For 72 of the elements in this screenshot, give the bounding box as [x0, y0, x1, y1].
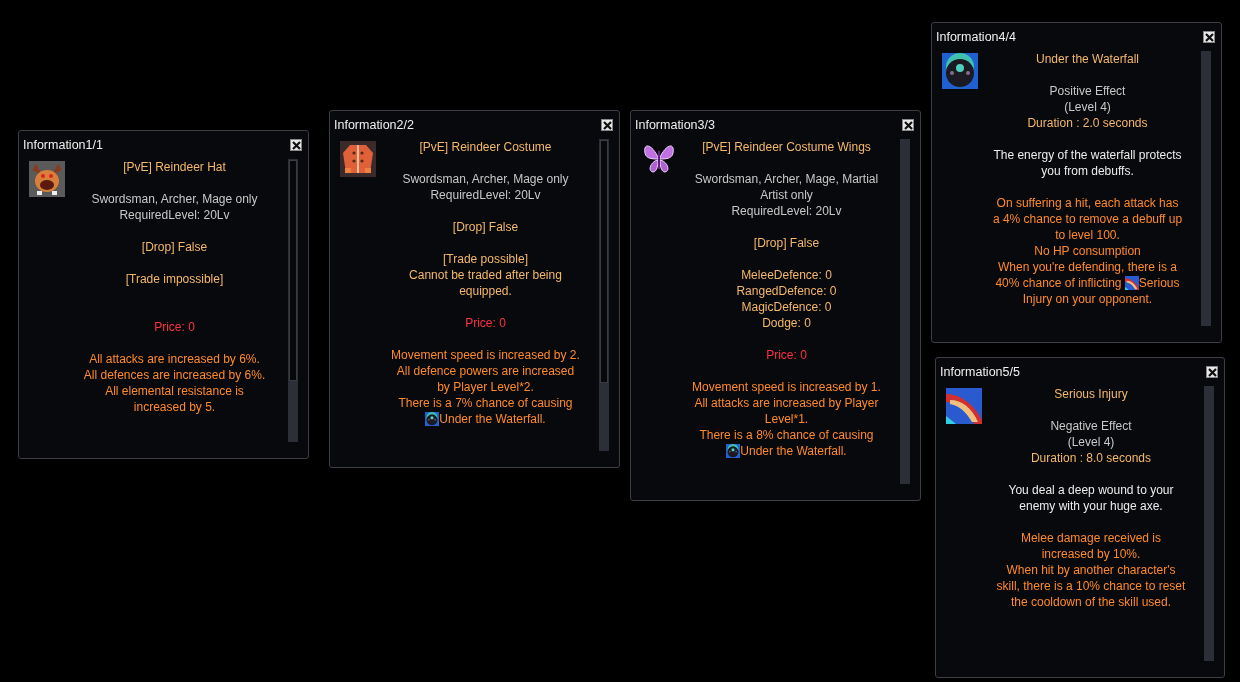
info-text: RequiredLevel: 20Lv — [430, 187, 541, 203]
scrollbar[interactable] — [1201, 51, 1211, 326]
window-title: Information4/4 — [936, 30, 1016, 44]
jacket-icon — [340, 141, 376, 177]
scrollbar[interactable] — [1204, 386, 1214, 661]
property-text: RangedDefence: 0 — [736, 283, 837, 299]
effect-text: No HP consumption — [1034, 243, 1141, 259]
info-text: (Level 4) — [1064, 99, 1111, 115]
property-text: Dodge: 0 — [762, 315, 811, 331]
description-text: The energy of the waterfall protects you from debuffs. — [992, 147, 1183, 179]
scroll-thumb[interactable] — [600, 140, 608, 384]
item-name: [PvE] Reindeer Costume — [419, 139, 552, 155]
item-name: [PvE] Reindeer Costume Wings — [702, 139, 871, 155]
property-text: [Drop] False — [141, 239, 208, 255]
property-text: Duration : 2.0 seconds — [1027, 115, 1148, 131]
property-text: Cannot be traded after being equipped. — [408, 267, 563, 299]
property-text: [Drop] False — [753, 235, 820, 251]
effect-text: All elemental resistance is increased by 5. — [104, 383, 245, 415]
slash-icon — [1124, 276, 1139, 290]
effect-text: All attacks are increased by 6%. — [89, 351, 260, 367]
scrollbar[interactable] — [288, 159, 298, 442]
property-text: [Trade possible] — [443, 251, 528, 267]
price-text: Price: 0 — [154, 319, 195, 335]
reindeer-hat-icon — [29, 161, 65, 197]
close-button[interactable] — [601, 119, 613, 131]
item-name: [PvE] Reindeer Hat — [123, 159, 226, 175]
property-text: MagicDefence: 0 — [741, 299, 832, 315]
info-text: (Level 4) — [1067, 434, 1115, 450]
dark-orb-icon — [425, 412, 440, 426]
close-button[interactable] — [290, 139, 302, 151]
window-title: Information1/1 — [23, 138, 103, 152]
effect-text: When you're defending, there is a — [997, 259, 1178, 275]
price-text: Price: 0 — [465, 315, 506, 331]
effect-text: Melee damage received is increased by 10%. — [1019, 530, 1163, 562]
effect-text: There is a 8% chance of causing — [699, 427, 874, 443]
slash-icon — [946, 388, 982, 424]
scrollbar[interactable] — [599, 139, 609, 451]
info-text: Swordsman, Archer, Mage only — [91, 191, 258, 207]
info-text: Swordsman, Archer, Mage only — [402, 171, 569, 187]
property-text: [Trade impossible] — [125, 271, 224, 287]
dark-orb-icon — [726, 444, 741, 458]
item-name: Under the Waterfall — [1036, 51, 1139, 67]
close-button[interactable] — [902, 119, 914, 131]
dark-orb-icon — [942, 53, 978, 89]
price-text: Price: 0 — [766, 347, 807, 363]
effect-text: Movement speed is increased by 1. — [692, 379, 881, 395]
info-text: RequiredLevel: 20Lv — [119, 207, 230, 223]
window-title: Information2/2 — [334, 118, 414, 132]
property-text: Duration : 8.0 seconds — [1030, 450, 1152, 466]
info-text: Positive Effect — [1049, 83, 1126, 99]
effect-text: All defences are increased by 6%. — [83, 367, 266, 383]
close-button[interactable] — [1206, 366, 1218, 378]
property-text: MeleeDefence: 0 — [741, 267, 832, 283]
effect-text: All defence powers are increased by Player Level*2. — [395, 363, 576, 395]
description-text: You deal a deep wound to your enemy with your huge axe. — [1007, 482, 1175, 514]
effect-text: All attacks are increased by Player Level*1. — [693, 395, 880, 427]
window-title: Information3/3 — [635, 118, 715, 132]
info-text: Negative Effect — [1050, 418, 1132, 434]
effect-text: Movement speed is increased by 2. — [391, 347, 580, 363]
effect-text: On suffering a hit, each attack has a 4% chance to remove a debuff up to level 100. — [992, 195, 1183, 243]
scroll-thumb[interactable] — [289, 160, 297, 381]
close-button[interactable] — [1203, 31, 1215, 43]
effect-text: 40% chance of inflicting — [995, 276, 1122, 290]
effect-text: Injury on your opponent. — [1022, 291, 1153, 307]
property-text: [Drop] False — [452, 219, 519, 235]
effect-text: When hit by another character's skill, there is a 10% chance to reset the cooldown of the skill used. — [996, 562, 1186, 610]
window-title: Information5/5 — [940, 365, 1020, 379]
effect-text: There is a 7% chance of causing — [398, 395, 573, 411]
scrollbar[interactable] — [900, 139, 910, 484]
info-text: RequiredLevel: 20Lv — [731, 203, 842, 219]
item-name: Serious Injury — [1054, 386, 1128, 402]
info-text: Swordsman, Archer, Mage, Martial Artist only — [693, 171, 880, 203]
